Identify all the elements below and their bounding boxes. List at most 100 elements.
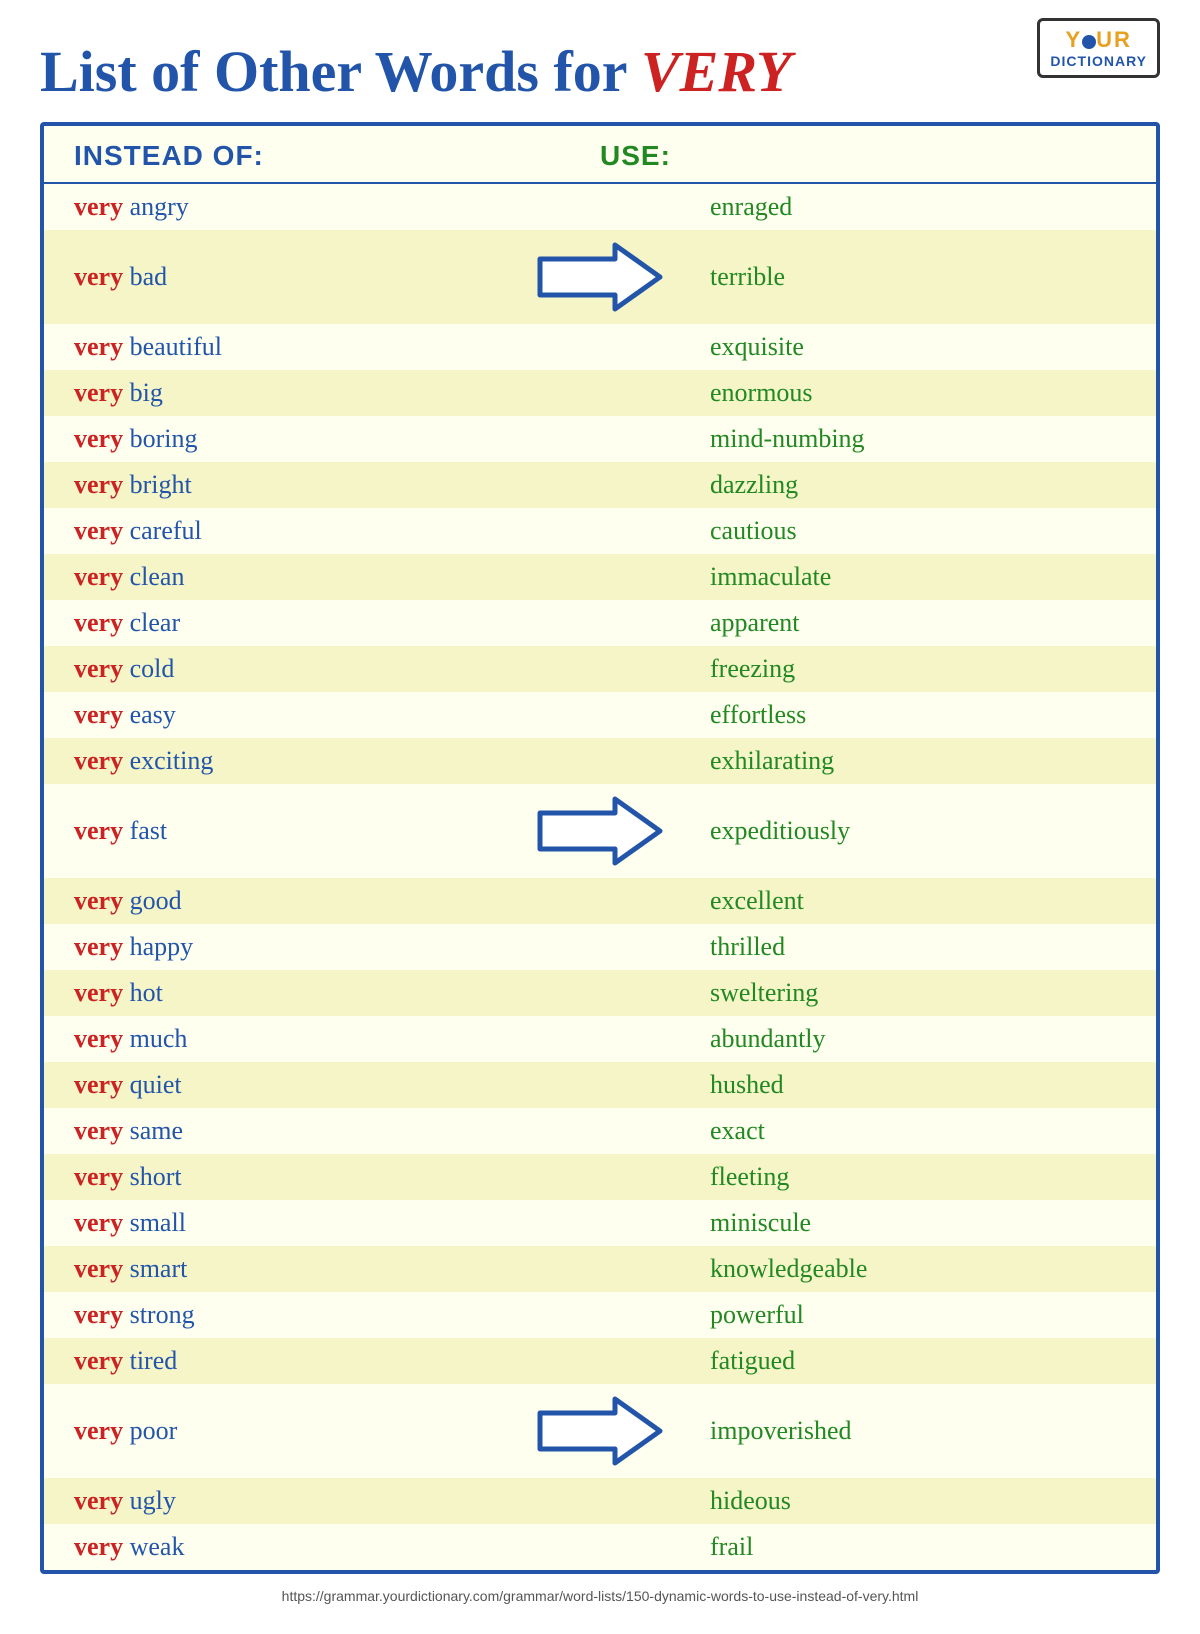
word-label: quiet	[130, 1070, 182, 1099]
left-phrase: very exciting	[74, 746, 510, 776]
very-label: very	[74, 1162, 123, 1191]
word-label: big	[130, 378, 163, 407]
word-label: same	[130, 1116, 183, 1145]
right-word: freezing	[690, 654, 1126, 684]
arrow-cell	[510, 791, 690, 871]
very-label: very	[74, 1116, 123, 1145]
right-word: immaculate	[690, 562, 1126, 592]
very-label: very	[74, 562, 123, 591]
footer-url: https://grammar.yourdictionary.com/gramm…	[40, 1588, 1160, 1604]
table-row: very short fleeting	[44, 1154, 1156, 1200]
arrow-cell	[510, 237, 690, 317]
table-row: very bad terrible	[44, 230, 1156, 324]
table-row: very carefulcautious	[44, 508, 1156, 554]
word-label: cold	[130, 654, 175, 683]
word-label: good	[130, 886, 182, 915]
very-label: very	[74, 1416, 123, 1445]
right-word: hushed	[690, 1070, 1126, 1100]
left-phrase: very angry	[74, 192, 510, 222]
table-row: very hot sweltering	[44, 970, 1156, 1016]
very-label: very	[74, 1208, 123, 1237]
arrow-icon	[535, 237, 665, 317]
table-row: very poor impoverished	[44, 1384, 1156, 1478]
left-phrase: very clean	[74, 562, 510, 592]
table-row: very easy effortless	[44, 692, 1156, 738]
right-word: miniscule	[690, 1208, 1126, 1238]
word-label: weak	[130, 1532, 185, 1561]
right-word: frail	[690, 1532, 1126, 1562]
word-table: INSTEAD OF: USE: very angryenragedvery b…	[40, 122, 1160, 1574]
table-row: very smartknowledgeable	[44, 1246, 1156, 1292]
word-label: much	[130, 1024, 188, 1053]
left-phrase: very clear	[74, 608, 510, 638]
right-word: expeditiously	[690, 816, 1126, 846]
right-word: cautious	[690, 516, 1126, 546]
left-phrase: very easy	[74, 700, 510, 730]
logo-your: YUR	[1065, 27, 1131, 53]
table-row: very small miniscule	[44, 1200, 1156, 1246]
rows-container: very angryenragedvery bad terriblevery b…	[44, 184, 1156, 1570]
table-row: very cold freezing	[44, 646, 1156, 692]
very-label: very	[74, 700, 123, 729]
very-label: very	[74, 1024, 123, 1053]
word-label: clean	[130, 562, 185, 591]
table-row: very quiet hushed	[44, 1062, 1156, 1108]
left-phrase: very same	[74, 1116, 510, 1146]
right-word: dazzling	[690, 470, 1126, 500]
right-word: effortless	[690, 700, 1126, 730]
logo-area: YUR DICTIONARY	[1037, 18, 1160, 78]
left-phrase: very short	[74, 1162, 510, 1192]
word-label: happy	[130, 932, 194, 961]
table-row: very sameexact	[44, 1108, 1156, 1154]
left-phrase: very strong	[74, 1300, 510, 1330]
table-row: very weak frail	[44, 1524, 1156, 1570]
left-phrase: very quiet	[74, 1070, 510, 1100]
table-row: very clear apparent	[44, 600, 1156, 646]
very-label: very	[74, 978, 123, 1007]
left-phrase: very fast	[74, 816, 510, 846]
left-phrase: very boring	[74, 424, 510, 454]
very-label: very	[74, 746, 123, 775]
very-label: very	[74, 1532, 123, 1561]
very-label: very	[74, 378, 123, 407]
table-row: very beautifulexquisite	[44, 324, 1156, 370]
table-header: INSTEAD OF: USE:	[44, 126, 1156, 184]
arrow-cell	[510, 1391, 690, 1471]
right-word: impoverished	[690, 1416, 1126, 1446]
right-word: exhilarating	[690, 746, 1126, 776]
word-label: easy	[130, 700, 176, 729]
left-phrase: very happy	[74, 932, 510, 962]
table-row: very exciting exhilarating	[44, 738, 1156, 784]
right-word: mind-numbing	[690, 424, 1126, 454]
arrow-icon	[535, 791, 665, 871]
right-word: knowledgeable	[690, 1254, 1126, 1284]
left-phrase: very much	[74, 1024, 510, 1054]
left-phrase: very cold	[74, 654, 510, 684]
very-label: very	[74, 1300, 123, 1329]
very-label: very	[74, 1486, 123, 1515]
right-word: powerful	[690, 1300, 1126, 1330]
word-label: hot	[130, 978, 163, 1007]
very-label: very	[74, 424, 123, 453]
left-phrase: very bright	[74, 470, 510, 500]
right-word: apparent	[690, 608, 1126, 638]
word-label: bad	[130, 262, 168, 291]
right-word: fatigued	[690, 1346, 1126, 1376]
col-use-label: USE:	[600, 140, 1126, 172]
col-instead-label: INSTEAD OF:	[74, 140, 600, 172]
left-phrase: very small	[74, 1208, 510, 1238]
left-phrase: very big	[74, 378, 510, 408]
very-label: very	[74, 192, 123, 221]
left-phrase: very hot	[74, 978, 510, 1008]
table-row: very clean immaculate	[44, 554, 1156, 600]
right-word: fleeting	[690, 1162, 1126, 1192]
table-row: very strong powerful	[44, 1292, 1156, 1338]
very-label: very	[74, 1346, 123, 1375]
left-phrase: very tired	[74, 1346, 510, 1376]
table-row: very fast expeditiously	[44, 784, 1156, 878]
word-label: exciting	[130, 746, 214, 775]
word-label: smart	[130, 1254, 188, 1283]
right-word: sweltering	[690, 978, 1126, 1008]
right-word: exquisite	[690, 332, 1126, 362]
very-label: very	[74, 516, 123, 545]
